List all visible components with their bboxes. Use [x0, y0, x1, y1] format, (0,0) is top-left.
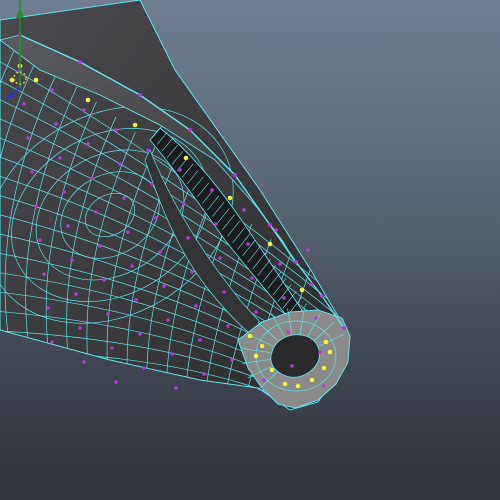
- selected-vertex[interactable]: [323, 339, 329, 345]
- mesh-vertex[interactable]: [94, 210, 98, 214]
- selected-vertex[interactable]: [267, 241, 273, 247]
- mesh-vertex[interactable]: [318, 350, 322, 354]
- mesh-vertex[interactable]: [222, 290, 226, 294]
- mesh-vertex[interactable]: [268, 223, 272, 227]
- mesh-vertex[interactable]: [294, 260, 298, 264]
- modeling-viewport[interactable]: [0, 0, 500, 500]
- mesh-vertex[interactable]: [233, 173, 237, 177]
- mesh-vertex[interactable]: [290, 364, 294, 368]
- mesh-vertex[interactable]: [320, 294, 324, 298]
- selected-vertex[interactable]: [282, 381, 288, 387]
- mesh-vertex[interactable]: [188, 128, 192, 132]
- mesh-vertex[interactable]: [146, 148, 150, 152]
- mesh-vertex[interactable]: [150, 182, 154, 186]
- mesh-vertex[interactable]: [210, 188, 214, 192]
- mesh-vertex[interactable]: [118, 162, 122, 166]
- selected-vertex[interactable]: [309, 377, 315, 383]
- mesh-vertex[interactable]: [50, 88, 54, 92]
- mesh-vertex[interactable]: [126, 230, 130, 234]
- mesh-vertex[interactable]: [186, 236, 190, 240]
- mesh-scene[interactable]: [0, 0, 500, 500]
- mesh-vertex[interactable]: [90, 176, 94, 180]
- mesh-vertex[interactable]: [78, 60, 82, 64]
- mesh-vertex[interactable]: [82, 108, 86, 112]
- mesh-vertex[interactable]: [138, 93, 142, 97]
- mesh-vertex[interactable]: [110, 346, 114, 350]
- mesh-vertex[interactable]: [282, 296, 286, 300]
- mesh-vertex[interactable]: [46, 306, 50, 310]
- mesh-vertex[interactable]: [242, 208, 246, 212]
- mesh-vertex[interactable]: [310, 282, 314, 286]
- mesh-vertex[interactable]: [218, 256, 222, 260]
- mesh-vertex[interactable]: [70, 258, 74, 262]
- mesh-vertex[interactable]: [178, 168, 182, 172]
- mesh-vertex[interactable]: [102, 278, 106, 282]
- mesh-vertex[interactable]: [274, 228, 278, 232]
- selected-vertex[interactable]: [259, 343, 265, 349]
- mesh-vertex[interactable]: [98, 244, 102, 248]
- mesh-vertex[interactable]: [66, 224, 70, 228]
- mesh-vertex[interactable]: [82, 360, 86, 364]
- selected-vertex[interactable]: [327, 349, 333, 355]
- mesh-vertex[interactable]: [230, 358, 234, 362]
- mesh-vertex[interactable]: [182, 202, 186, 206]
- mesh-vertex[interactable]: [38, 238, 42, 242]
- mesh-vertex[interactable]: [286, 330, 290, 334]
- mesh-vertex[interactable]: [194, 304, 198, 308]
- mesh-vertex[interactable]: [134, 298, 138, 302]
- mesh-vertex[interactable]: [254, 310, 258, 314]
- mesh-vertex[interactable]: [74, 292, 78, 296]
- mesh-vertex[interactable]: [198, 338, 202, 342]
- mesh-vertex[interactable]: [86, 142, 90, 146]
- mesh-vertex[interactable]: [78, 326, 82, 330]
- mesh-vertex[interactable]: [58, 156, 62, 160]
- mesh-vertex[interactable]: [190, 270, 194, 274]
- mesh-vertex[interactable]: [50, 340, 54, 344]
- axis-gizmo-icon[interactable]: [0, 0, 34, 110]
- mesh-vertex[interactable]: [42, 272, 46, 276]
- mesh-vertex[interactable]: [154, 216, 158, 220]
- mesh-vertex[interactable]: [138, 332, 142, 336]
- mesh-vertex[interactable]: [62, 190, 66, 194]
- mesh-vertex[interactable]: [278, 262, 282, 266]
- mesh-vertex[interactable]: [306, 248, 310, 252]
- mesh-vertex[interactable]: [226, 324, 230, 328]
- mesh-vertex[interactable]: [114, 128, 118, 132]
- mesh-vertex[interactable]: [214, 222, 218, 226]
- mesh-vertex[interactable]: [262, 378, 266, 382]
- selected-vertex[interactable]: [253, 353, 259, 359]
- mesh-vertex[interactable]: [322, 384, 326, 388]
- selected-vertex[interactable]: [183, 155, 189, 161]
- selected-vertex[interactable]: [269, 367, 275, 373]
- mesh-vertex[interactable]: [174, 386, 178, 390]
- mesh-vertex[interactable]: [30, 170, 34, 174]
- mesh-vertex[interactable]: [26, 136, 30, 140]
- selected-vertex[interactable]: [295, 383, 301, 389]
- mesh-vertex[interactable]: [54, 122, 58, 126]
- mesh-vertex[interactable]: [158, 250, 162, 254]
- y-axis-arrow: [16, 8, 24, 18]
- mesh-vertex[interactable]: [246, 242, 250, 246]
- mesh-vertex[interactable]: [166, 318, 170, 322]
- mesh-vertex[interactable]: [202, 372, 206, 376]
- selected-vertex[interactable]: [321, 365, 327, 371]
- mesh-vertex[interactable]: [34, 204, 38, 208]
- selected-vertex[interactable]: [85, 97, 91, 103]
- selected-vertex[interactable]: [227, 195, 233, 201]
- mesh-vertex[interactable]: [142, 366, 146, 370]
- selected-vertex[interactable]: [132, 122, 138, 128]
- mesh-vertex[interactable]: [314, 316, 318, 320]
- mesh-vertex[interactable]: [342, 326, 346, 330]
- mesh-vertex[interactable]: [106, 312, 110, 316]
- mesh-vertex[interactable]: [130, 264, 134, 268]
- selected-vertex[interactable]: [247, 333, 253, 339]
- mesh-vertex[interactable]: [114, 380, 118, 384]
- mesh-vertex[interactable]: [122, 196, 126, 200]
- mesh-vertex[interactable]: [170, 352, 174, 356]
- mesh-vertex[interactable]: [162, 284, 166, 288]
- selected-vertex[interactable]: [299, 287, 305, 293]
- selected-vertex[interactable]: [33, 77, 39, 83]
- mesh-vertex[interactable]: [250, 276, 254, 280]
